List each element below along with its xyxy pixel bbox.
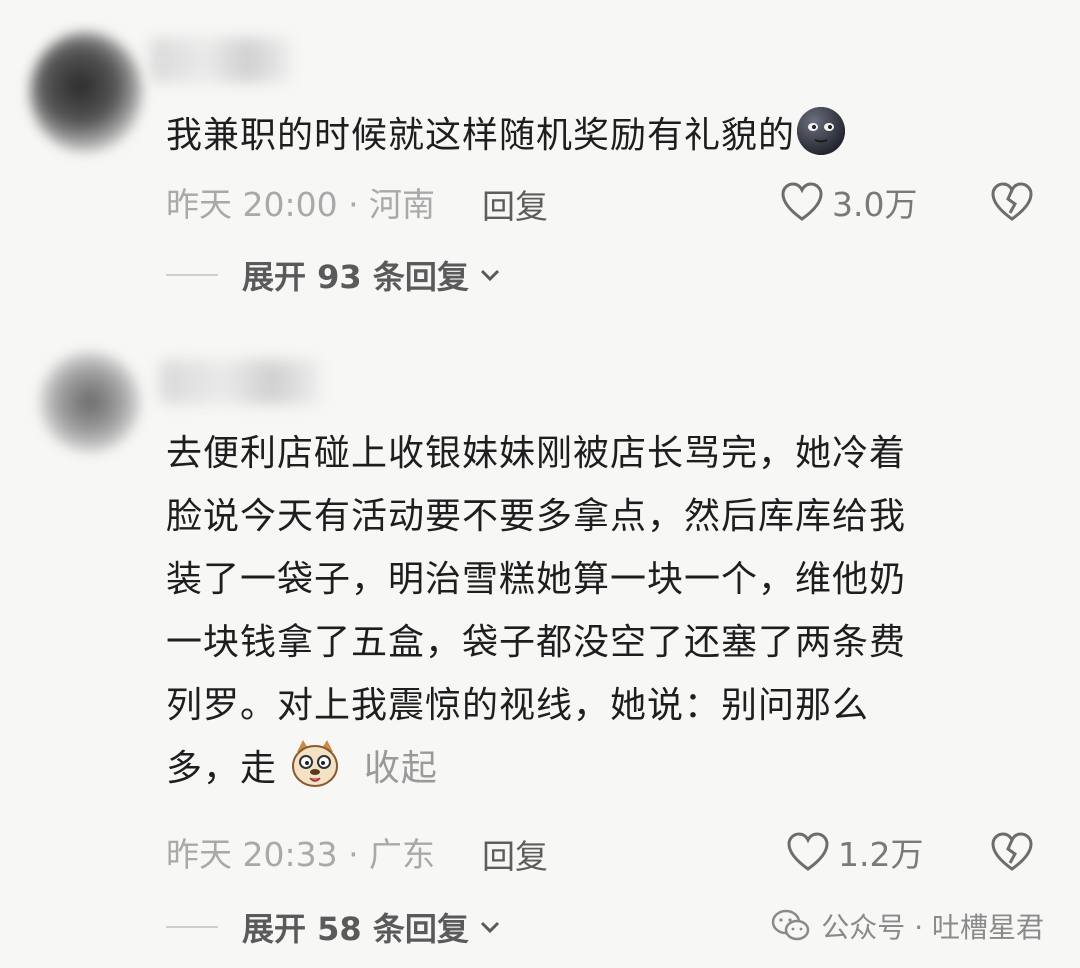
comment-text: 我兼职的时候就这样随机奖励有礼貌的 <box>166 104 1006 167</box>
avatar[interactable] <box>30 32 142 152</box>
comment-text-line: 列罗。对上我震惊的视线，她说：别问那么 <box>166 685 870 726</box>
expand-replies-label: 展开 93 条回复 <box>242 258 469 296</box>
watermark-text: 公众号 · 吐槽星君 <box>821 911 1044 944</box>
comment-meta: 昨天 20:00 · 河南 <box>166 180 435 224</box>
like-button[interactable]: 3.0万 <box>780 178 917 226</box>
dog-face-icon <box>292 740 339 787</box>
comment-text-line: 去便利店碰上收银妹妹刚被店长骂完，她冷着 <box>166 433 907 474</box>
like-count: 1.2万 <box>838 835 924 874</box>
comment-meta: 昨天 20:33 · 广东 <box>166 830 435 874</box>
comment-text-line: 装了一袋子，明治雪糕她算一块一个，维他奶 <box>166 559 907 600</box>
divider-line <box>166 926 218 928</box>
like-button[interactable]: 1.2万 <box>786 828 923 876</box>
chevron-down-icon <box>480 921 499 934</box>
dark-moon-face-icon <box>797 107 846 155</box>
like-count: 3.0万 <box>832 185 918 224</box>
heart-icon <box>781 182 823 221</box>
comment-text-line: 多，走 <box>166 748 278 789</box>
wechat-icon <box>772 909 810 941</box>
timestamp-location: 昨天 20:00 · 河南 <box>166 185 436 224</box>
comment-text-line-last: 多，走 收起 <box>166 737 1006 800</box>
expand-replies-button[interactable]: 展开 58 条回复 <box>166 904 503 950</box>
comment-text-line: 脸说今天有活动要不要多拿点，然后库库给我 <box>166 496 907 537</box>
avatar[interactable] <box>40 352 140 452</box>
watermark: 公众号 · 吐槽星君 <box>771 906 1044 946</box>
chevron-down-icon <box>480 269 499 282</box>
expand-replies-label: 展开 58 条回复 <box>242 910 469 948</box>
username-blurred[interactable] <box>160 360 320 404</box>
reply-button[interactable]: 回复 <box>482 830 548 878</box>
comment-text-line: 我兼职的时候就这样随机奖励有礼貌的 <box>166 115 796 156</box>
broken-heart-icon[interactable] <box>990 832 1034 872</box>
divider-line <box>166 274 218 276</box>
comment-text: 去便利店碰上收银妹妹刚被店长骂完，她冷着 脸说今天有活动要不要多拿点，然后库库给… <box>166 422 1006 800</box>
reply-button[interactable]: 回复 <box>482 180 548 228</box>
broken-heart-icon[interactable] <box>990 182 1034 222</box>
heart-icon <box>787 832 829 871</box>
expand-replies-button[interactable]: 展开 93 条回复 <box>166 252 503 298</box>
username-blurred[interactable] <box>150 38 290 82</box>
collapse-button[interactable]: 收起 <box>364 748 438 789</box>
timestamp-location: 昨天 20:33 · 广东 <box>166 835 436 874</box>
comment-text-line: 一块钱拿了五盒，袋子都没空了还塞了两条费 <box>166 622 907 663</box>
